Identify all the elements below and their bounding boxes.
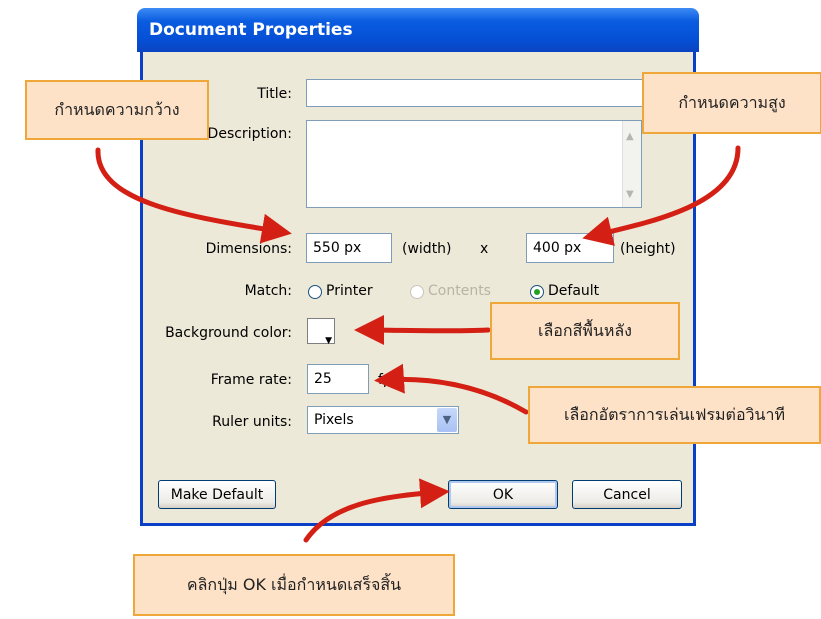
callout-frame-rate: เลือกอัตราการเล่นเฟรมต่อวินาที [528, 386, 821, 444]
arrow-width [95, 147, 292, 244]
callout-height: กำหนดความสูง [642, 72, 821, 134]
arrow-ok [303, 478, 450, 543]
callout-bg-color: เลือกสีพื้นหลัง [490, 302, 680, 360]
callout-ok: คลิกปุ่ม OK เมื่อกำหนดเสร็จสิ้น [133, 554, 455, 616]
arrow-bgcolor [354, 315, 491, 346]
arrow-height [582, 145, 741, 246]
callout-width: กำหนดความกว้าง [25, 80, 209, 140]
arrow-framerate [374, 363, 529, 415]
